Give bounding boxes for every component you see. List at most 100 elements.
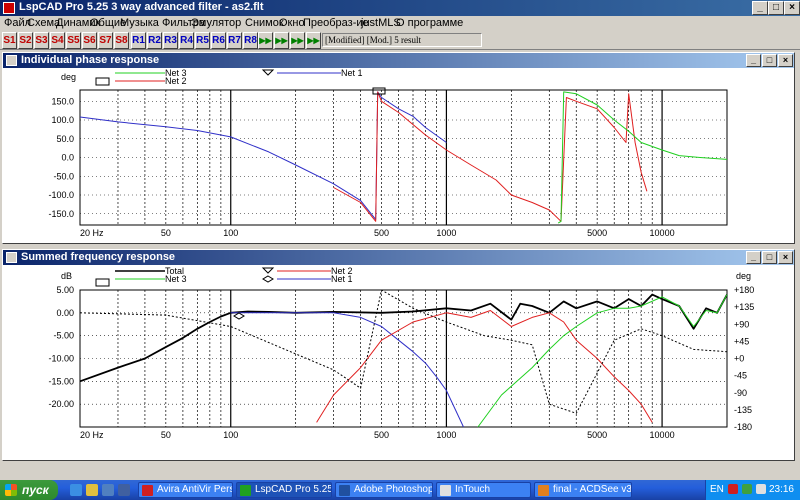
r5-button[interactable]: R5 xyxy=(195,32,210,49)
r7-button[interactable]: R7 xyxy=(227,32,242,49)
y2-tick-label: +135 xyxy=(734,302,754,312)
plot-area xyxy=(79,289,728,428)
play-icon-1[interactable]: ▶▶ xyxy=(258,32,273,49)
s3-button[interactable]: S3 xyxy=(34,32,49,49)
task-photoshop[interactable]: Adobe Photoshop CS... xyxy=(335,482,433,498)
x-tick-label: 10000 xyxy=(650,228,675,238)
frequency-response-window[interactable]: Summed frequency response _ □ × dB deg T… xyxy=(2,249,795,461)
y2-tick-label: -180 xyxy=(734,422,752,432)
s2-button[interactable]: S2 xyxy=(18,32,33,49)
menu-bar: Файл Схема Динамик Общие Музыка Фильтра … xyxy=(0,16,800,30)
avira-icon xyxy=(142,485,153,496)
freq-window-title: Summed frequency response xyxy=(21,251,176,263)
task-lspcad[interactable]: LspCAD Pro 5.25 3 w... xyxy=(236,482,332,498)
network-tray-icon[interactable] xyxy=(742,484,752,494)
menu-justmls[interactable]: justMLS xyxy=(361,17,401,29)
play-icon-2[interactable]: ▶▶ xyxy=(274,32,289,49)
task-intouch[interactable]: InTouch xyxy=(436,482,531,498)
quicklaunch-media-icon[interactable] xyxy=(118,484,130,496)
r6-button[interactable]: R6 xyxy=(211,32,226,49)
quicklaunch-explorer-icon[interactable] xyxy=(86,484,98,496)
legend-label-net2: Net 2 xyxy=(165,76,187,86)
x-tick-label: 20 Hz xyxy=(80,228,104,238)
y2-tick-label: +90 xyxy=(734,319,749,329)
task-label: InTouch xyxy=(455,484,491,495)
minimize-button[interactable]: _ xyxy=(746,251,761,264)
maximize-button[interactable]: □ xyxy=(762,251,777,264)
x-tick-label: 100 xyxy=(223,430,238,440)
r4-button[interactable]: R4 xyxy=(179,32,194,49)
phase-window-title-bar[interactable]: Individual phase response _ □ × xyxy=(3,53,794,68)
y2-tick-label: -135 xyxy=(734,405,752,415)
y-tick-label: 150.0 xyxy=(51,96,74,106)
menu-emulator[interactable]: Эмулятор xyxy=(191,17,241,29)
phase-window-title: Individual phase response xyxy=(21,54,160,66)
window-icon[interactable] xyxy=(6,55,17,66)
app-icon[interactable] xyxy=(3,2,15,14)
task-label: LspCAD Pro 5.25 3 w... xyxy=(255,484,332,495)
r1-button[interactable]: R1 xyxy=(131,32,146,49)
intouch-icon xyxy=(440,485,451,496)
s5-button[interactable]: S5 xyxy=(66,32,81,49)
phase-chart[interactable]: deg Net 3 Net 2 Net 1 150.0100.050.00.0-… xyxy=(3,68,794,243)
y-axis-label-left: dB xyxy=(61,271,72,281)
s7-button[interactable]: S7 xyxy=(98,32,113,49)
y2-tick-label: -90 xyxy=(734,388,747,398)
x-tick-label: 50 xyxy=(161,430,171,440)
minimize-button[interactable]: _ xyxy=(752,1,768,15)
maximize-button[interactable]: □ xyxy=(768,1,784,15)
y-tick-label: 50.0 xyxy=(56,134,74,144)
frequency-chart[interactable]: dB deg Total Net 3 Net 2 Net 1 5.000.00-… xyxy=(3,265,794,460)
x-tick-label: 5000 xyxy=(587,430,607,440)
title-bar[interactable]: LspCAD Pro 5.25 3 way advanced filter - … xyxy=(0,0,800,16)
r3-button[interactable]: R3 xyxy=(163,32,178,49)
task-label: Adobe Photoshop CS... xyxy=(354,484,433,495)
close-button[interactable]: × xyxy=(778,54,793,67)
quicklaunch-ie-icon[interactable] xyxy=(70,484,82,496)
task-label: final - ACDSee v3.1 xyxy=(553,484,632,495)
y-tick-label: 5.00 xyxy=(56,285,74,295)
task-avira[interactable]: Avira AntiVir Personal... xyxy=(138,482,233,498)
x-tick-label: 1000 xyxy=(436,430,456,440)
menu-window[interactable]: Окно xyxy=(279,17,305,29)
s1-button[interactable]: S1 xyxy=(2,32,17,49)
x-tick-label: 5000 xyxy=(587,228,607,238)
play-icon-4[interactable]: ▶▶ xyxy=(306,32,321,49)
s4-button[interactable]: S4 xyxy=(50,32,65,49)
antivirus-tray-icon[interactable] xyxy=(728,484,738,494)
phase-response-window[interactable]: Individual phase response _ □ × deg Net … xyxy=(2,52,795,244)
y-tick-label: 0.00 xyxy=(56,308,74,318)
play-icon-3[interactable]: ▶▶ xyxy=(290,32,305,49)
menu-snapshot[interactable]: Снимок xyxy=(245,17,284,29)
x-tick-label: 500 xyxy=(374,430,389,440)
maximize-button[interactable]: □ xyxy=(762,54,777,67)
y-tick-label: -20.00 xyxy=(48,399,74,409)
menu-transform[interactable]: Преобраз-ие xyxy=(303,17,369,29)
r2-button[interactable]: R2 xyxy=(147,32,162,49)
volume-tray-icon[interactable] xyxy=(756,484,766,494)
legend-triangle-icon xyxy=(261,267,275,274)
minimize-button[interactable]: _ xyxy=(746,54,761,67)
y-tick-label: 0.0 xyxy=(61,153,74,163)
x-tick-label: 100 xyxy=(223,228,238,238)
freq-window-title-bar[interactable]: Summed frequency response _ □ × xyxy=(3,250,794,265)
s6-button[interactable]: S6 xyxy=(82,32,97,49)
window-icon[interactable] xyxy=(6,252,17,263)
language-indicator[interactable]: EN xyxy=(710,484,724,495)
close-button[interactable]: × xyxy=(778,251,793,264)
quicklaunch-desktop-icon[interactable] xyxy=(102,484,114,496)
start-button[interactable]: пуск xyxy=(0,480,58,500)
x-tick-label: 50 xyxy=(161,228,171,238)
s8-button[interactable]: S8 xyxy=(114,32,129,49)
y-tick-label: 100.0 xyxy=(51,115,74,125)
start-label: пуск xyxy=(22,483,49,497)
acdsee-icon xyxy=(538,485,549,496)
task-acdsee[interactable]: final - ACDSee v3.1 xyxy=(534,482,632,498)
close-button[interactable]: × xyxy=(784,1,800,15)
y2-tick-label: +45 xyxy=(734,336,749,346)
photoshop-icon xyxy=(339,485,350,496)
r8-button[interactable]: R8 xyxy=(243,32,258,49)
y-tick-label: -15.00 xyxy=(48,376,74,386)
y-tick-label: -5.00 xyxy=(53,331,74,341)
menu-about[interactable]: О программе xyxy=(396,17,463,29)
